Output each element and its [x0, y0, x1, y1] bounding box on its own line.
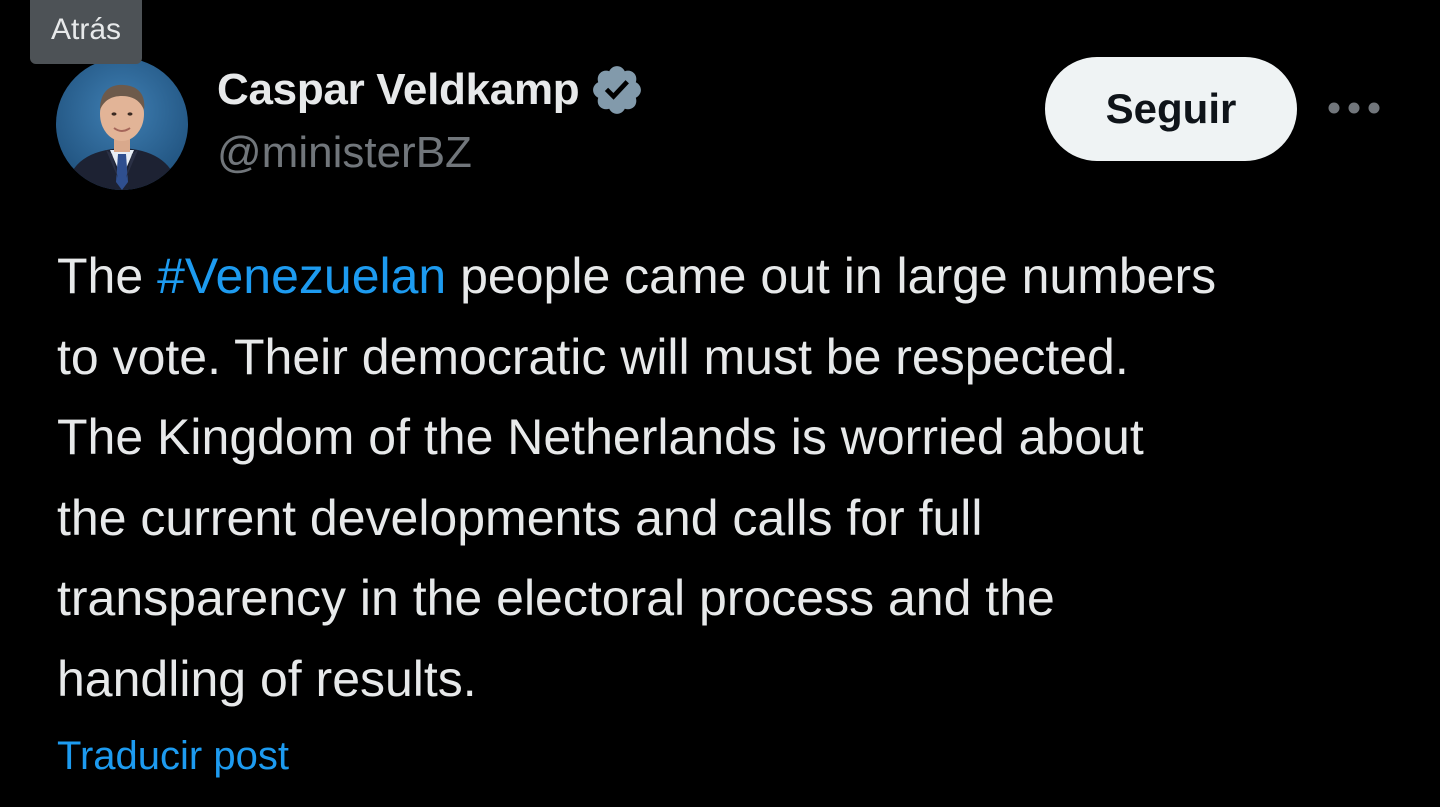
- post-text-line: transparency in the electoral process an…: [57, 570, 1055, 626]
- post-text-line: to vote. Their democratic will must be r…: [57, 328, 1129, 385]
- post-text: The #Venezuelan people came out in large…: [57, 236, 1417, 719]
- post-text-segment: people came out in large numbers: [446, 248, 1217, 304]
- hashtag-link[interactable]: #Venezuelan: [157, 248, 446, 304]
- verified-badge-icon[interactable]: [589, 62, 645, 118]
- author-name-row: Caspar Veldkamp: [217, 62, 645, 118]
- translate-post-link[interactable]: Traducir post: [57, 734, 289, 779]
- post-text-line: the current developments and calls for f…: [57, 489, 983, 546]
- avatar[interactable]: [56, 58, 188, 190]
- author-handle[interactable]: @ministerBZ: [217, 128, 472, 178]
- follow-button[interactable]: Seguir: [1045, 57, 1297, 161]
- back-tooltip-label: Atrás: [50, 13, 122, 46]
- avatar-image: [56, 58, 188, 190]
- post-text-segment: The: [57, 248, 158, 304]
- post-text-line: The #Venezuelan people came out in large…: [57, 236, 1417, 317]
- author-display-name[interactable]: Caspar Veldkamp: [217, 65, 580, 115]
- more-horizontal-icon[interactable]: [1326, 88, 1382, 128]
- post-text-line: The Kingdom of the Netherlands is worrie…: [57, 409, 1144, 465]
- back-tooltip: Atrás: [30, 0, 142, 64]
- post-text-line: handling of results.: [57, 650, 477, 707]
